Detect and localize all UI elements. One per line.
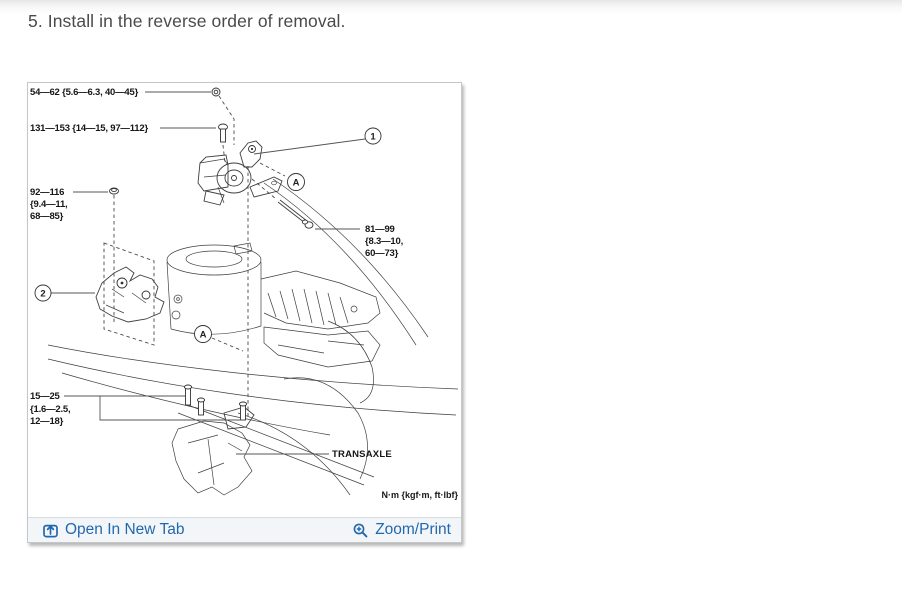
svg-text:A: A bbox=[293, 178, 300, 189]
torque-spec-upper-mount-nut: 54—62 {5.6—6.3, 40—45} bbox=[30, 87, 235, 145]
svg-text:TRANSAXLE: TRANSAXLE bbox=[332, 449, 392, 460]
zoom-magnifier-icon bbox=[353, 523, 368, 537]
zoom-print-link[interactable]: Zoom/Print bbox=[352, 522, 451, 539]
units-note: N·m {kgf·m, ft·lbf} bbox=[382, 490, 459, 500]
svg-text:12—18}: 12—18} bbox=[30, 416, 64, 427]
body-fender-lines bbox=[47, 178, 459, 496]
diagram-viewer: 54—62 {5.6—6.3, 40—45} 131—153 {14—15, 9… bbox=[27, 82, 462, 543]
torque-spec-mount-stud-nut: 92—116 {9.4—11, 68—85} bbox=[30, 187, 119, 323]
svg-text:92—116: 92—116 bbox=[30, 187, 64, 198]
svg-text:{9.4—11,: {9.4—11, bbox=[30, 199, 68, 210]
svg-text:{8.3—10,: {8.3—10, bbox=[365, 236, 403, 247]
svg-text:131—153 {14—15, 97—112}: 131—153 {14—15, 97—112} bbox=[30, 123, 148, 134]
viewer-toolbar: Open In New Tab Zoom/Print bbox=[28, 517, 461, 542]
svg-text:15—25: 15—25 bbox=[30, 391, 61, 402]
callout-1: 1 bbox=[253, 127, 382, 155]
svg-text:68—85}: 68—85} bbox=[30, 211, 64, 222]
zoom-print-label: Zoom/Print bbox=[375, 521, 451, 539]
torque-spec-side-long-bolt: 81—99 {8.3—10, 60—73} bbox=[251, 178, 403, 259]
bracket-stud-bolts bbox=[183, 384, 248, 421]
engine-mount-diagram: 54—62 {5.6—6.3, 40—45} 131—153 {14—15, 9… bbox=[28, 83, 461, 517]
open-in-new-tab-link[interactable]: Open In New Tab bbox=[42, 522, 184, 539]
svg-text:2: 2 bbox=[40, 289, 45, 300]
svg-text:{1.6—2.5,: {1.6—2.5, bbox=[30, 404, 70, 415]
svg-text:1: 1 bbox=[370, 132, 376, 143]
open-in-new-tab-icon bbox=[43, 524, 58, 537]
step-instruction: 5. Install in the reverse order of remov… bbox=[28, 11, 346, 31]
svg-text:81—99: 81—99 bbox=[365, 224, 395, 235]
svg-text:60—73}: 60—73} bbox=[365, 248, 399, 259]
torque-spec-through-bolt: 131—153 {14—15, 97—112} bbox=[30, 123, 228, 164]
mount-bracket-no2-drawing bbox=[95, 242, 165, 346]
open-in-new-tab-label: Open In New Tab bbox=[65, 521, 185, 539]
callout-a-upper: A bbox=[259, 162, 305, 191]
svg-text:54—62 {5.6—6.3, 40—45}: 54—62 {5.6—6.3, 40—45} bbox=[30, 87, 139, 98]
engine-mount-drawing bbox=[197, 140, 283, 206]
callout-a-lower: A bbox=[194, 325, 244, 352]
svg-text:A: A bbox=[200, 330, 207, 341]
callout-2: 2 bbox=[34, 284, 95, 302]
engine-block-drawing bbox=[166, 242, 381, 368]
